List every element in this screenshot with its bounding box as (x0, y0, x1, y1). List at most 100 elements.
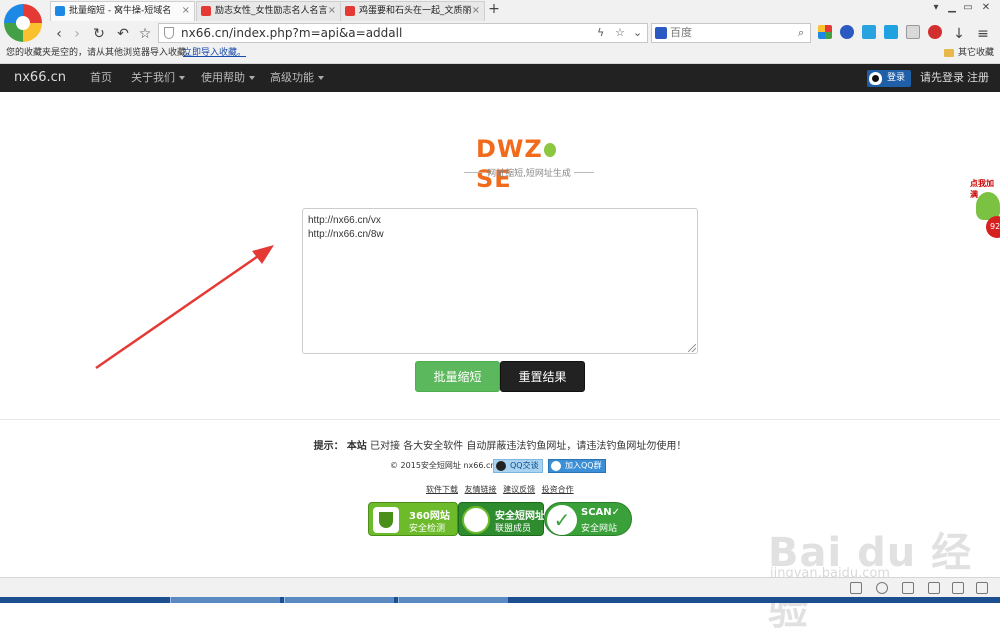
join-qq-group-button[interactable]: 加入QQ群 (548, 459, 606, 473)
site-navbar: nx66.cn 首页 关于我们 使用帮助 高级功能 请先登录 注册 (0, 64, 1000, 92)
trash-icon[interactable] (902, 582, 914, 594)
dwz-logo: DWZSE (476, 134, 580, 193)
arrow-shaft (95, 250, 265, 370)
shield-icon (373, 507, 399, 533)
nav-help-label: 使用帮助 (201, 71, 245, 84)
tab-favicon-icon (201, 6, 211, 16)
badge-safe-shorturl-alliance[interactable]: 安全短网址 联盟成员 (458, 502, 545, 536)
tab-label: 批量缩短 - 窝牛操-短域名 (69, 6, 172, 16)
tab-close-icon[interactable]: × (182, 2, 190, 20)
other-bookmarks-folder[interactable]: 其它收藏 (958, 46, 994, 61)
urls-textarea[interactable]: http://nx66.cn/vx http://nx66.cn/8w (302, 208, 698, 354)
badge-360-line2: 安全检测 (409, 524, 446, 534)
footer-link-invest[interactable]: 投资合作 (542, 485, 574, 494)
caret-down-icon (179, 76, 185, 80)
nav-login-first[interactable]: 请先登录 (920, 64, 964, 92)
taskbar-item[interactable] (170, 597, 280, 603)
pin-icon[interactable] (850, 582, 862, 594)
tab-favicon-icon (345, 6, 355, 16)
qq-penguin-icon (496, 461, 506, 471)
window-icon[interactable] (952, 582, 964, 594)
apps-grid-icon[interactable] (818, 25, 832, 39)
cloud-icon[interactable] (926, 26, 944, 44)
tab-egg-and-stone[interactable]: 鸡蛋要和石头在一起_文质丽 × (340, 1, 485, 21)
zoom-icon[interactable] (976, 582, 988, 594)
nav-about-label: 关于我们 (131, 71, 175, 84)
taskbar-item[interactable] (398, 597, 508, 603)
shirt-icon[interactable]: ▾ (928, 2, 944, 13)
nav-advanced[interactable]: 高级功能 (270, 64, 324, 92)
nav-advanced-label: 高级功能 (270, 71, 314, 84)
nav-home[interactable]: 首页 (90, 64, 112, 92)
footer-link-download[interactable]: 软件下载 (426, 485, 458, 494)
logo-mascot-icon (543, 143, 556, 157)
nav-help[interactable]: 使用帮助 (201, 64, 255, 92)
speaker-icon[interactable] (928, 582, 940, 594)
minimize-icon[interactable]: ▁ (944, 2, 960, 13)
forward-icon[interactable]: › (68, 25, 86, 43)
dropdown-chevron-icon[interactable]: ⌄ (633, 24, 642, 42)
favorite-star-icon[interactable]: ☆ (615, 24, 625, 42)
footer-tip: 提示： 本站 已对接 各大安全软件 自动屏蔽违法钓鱼网址，请违法钓鱼网址勿使用！ (0, 437, 1000, 452)
float-widget-counter: 92 (986, 216, 1000, 238)
address-bar[interactable]: nx66.cn/index.php?m=api&a=addall ϟ ☆ ⌄ (158, 23, 648, 43)
bookmarks-bar: 您的收藏夹是空的，请从其他浏览器导入收藏。 立即导入收藏。 其它收藏 (0, 46, 1000, 63)
speed-icon[interactable] (876, 582, 888, 594)
back-icon[interactable]: ‹ (50, 25, 68, 43)
tab-inspiring-women[interactable]: 励志女性_女性励志名人名言 × (196, 1, 341, 21)
translate-extension-icon[interactable] (862, 25, 876, 39)
batch-shorten-button[interactable]: 批量缩短 (415, 361, 500, 392)
caret-down-icon (249, 76, 255, 80)
footer-link-friends[interactable]: 友情链接 (465, 485, 497, 494)
footer-links: 软件下载 友情链接 建议反馈 投资合作 (426, 484, 578, 495)
close-window-icon[interactable]: ✕ (978, 2, 994, 13)
new-tab-button[interactable]: + (487, 1, 501, 19)
maximize-icon[interactable]: ▭ (960, 2, 976, 13)
logo-slogan: 网址缩短,短网址生成 (464, 166, 594, 179)
browser-logo-icon[interactable] (4, 4, 42, 42)
bookmark-star-icon[interactable]: ☆ (136, 25, 154, 43)
s-extension-icon[interactable] (884, 25, 898, 39)
qq-login-button[interactable]: 登录 (867, 70, 911, 87)
baidu-paw-icon (655, 27, 667, 39)
nav-about[interactable]: 关于我们 (131, 64, 185, 92)
import-bookmarks-link[interactable]: 立即导入收藏。 (183, 46, 246, 61)
checkmark-icon: ✓ (547, 505, 577, 535)
tab-close-icon[interactable]: × (472, 2, 480, 20)
download-arrow-icon[interactable]: ↓ (950, 25, 968, 43)
menu-icon[interactable]: ≡ (974, 25, 992, 43)
tab-favicon-icon (55, 6, 65, 16)
reload-icon[interactable]: ↻ (90, 25, 108, 43)
address-url: nx66.cn/index.php?m=api&a=addall (181, 26, 403, 40)
footer-link-feedback[interactable]: 建议反馈 (503, 485, 535, 494)
badge-alliance-line2: 联盟成员 (495, 524, 532, 534)
badge-scan-safe[interactable]: ✓ SCAN✓ 安全网站 (544, 502, 632, 536)
badge-360-line1: 360网站 (409, 511, 450, 522)
site-brand[interactable]: nx66.cn (14, 64, 66, 92)
folder-icon (944, 49, 954, 57)
baidu-paw-extension-icon[interactable] (840, 25, 854, 39)
reset-results-button[interactable]: 重置结果 (500, 361, 585, 392)
nav-register[interactable]: 注册 (967, 64, 989, 92)
search-icon[interactable]: ⌕ (798, 24, 804, 42)
tab-label: 励志女性_女性励志名人名言 (215, 6, 328, 16)
qq-group-icon (551, 461, 561, 471)
badge-scan-line1: SCAN✓ (581, 507, 621, 518)
tip-site: 本站 (346, 441, 367, 452)
badge-360-security[interactable]: 360网站 安全检测 (368, 502, 458, 536)
lightning-icon[interactable]: ϟ (597, 24, 604, 42)
tab-batch-shorten[interactable]: 批量缩短 - 窝牛操-短域名 × (50, 1, 195, 21)
search-input[interactable]: 百度 ⌕ (651, 23, 811, 43)
logo-text-left: DWZ (476, 135, 543, 163)
arrow-head (252, 245, 274, 264)
os-taskbar (0, 597, 1000, 603)
badge-alliance-line1: 安全短网址 (495, 511, 545, 522)
resize-grip-icon[interactable] (688, 344, 696, 352)
copyright: © 2015安全短网址 nx66.cn (390, 461, 496, 470)
security-shield-icon (164, 27, 174, 39)
tab-close-icon[interactable]: × (328, 2, 336, 20)
taskbar-item[interactable] (284, 597, 394, 603)
undo-icon[interactable]: ↶ (114, 25, 132, 43)
download-tray-icon[interactable] (906, 25, 920, 39)
qq-chat-button[interactable]: QQ交谈 (493, 459, 543, 473)
